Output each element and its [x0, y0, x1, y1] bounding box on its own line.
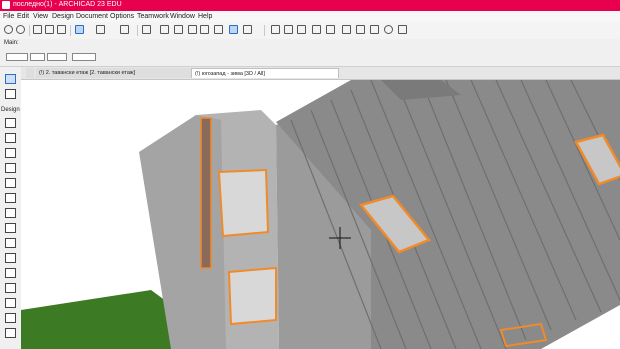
toolbox-section-design: Design	[1, 107, 20, 113]
tab-list-icon[interactable]	[26, 68, 34, 78]
window-title: последно(1) - ARCHICAD 23 EDU	[13, 1, 122, 8]
tab-floor-plan[interactable]: (!) 2. тавански етаж [2. тавански етаж]	[36, 68, 196, 78]
trace-icon[interactable]	[174, 25, 183, 34]
3d-view-icon[interactable]	[384, 25, 393, 34]
element-type-selector[interactable]	[6, 53, 28, 61]
layer-dropdown[interactable]	[47, 53, 67, 61]
settings-dropdown[interactable]	[30, 53, 45, 61]
curtain-wall-tool-icon[interactable]	[5, 298, 16, 308]
trim-icon[interactable]	[284, 25, 293, 34]
menu-help[interactable]: Help	[198, 13, 212, 20]
object-tool-icon[interactable]	[5, 328, 16, 338]
magic-wand-icon[interactable]	[160, 25, 169, 34]
menu-design[interactable]: Design	[52, 13, 74, 20]
menu-bar: File Edit View Design Document Options T…	[0, 11, 620, 22]
selected-wall-opening-lower[interactable]	[227, 266, 277, 326]
toolbar-separator	[137, 25, 138, 36]
beam-tool-icon[interactable]	[5, 148, 16, 158]
3d-model-render[interactable]	[21, 80, 620, 349]
door-tool-icon[interactable]	[5, 253, 16, 263]
suspend-groups-icon[interactable]	[229, 25, 238, 34]
3d-viewport[interactable]	[21, 80, 620, 349]
gravity-icon[interactable]	[243, 25, 252, 34]
window-tool-icon[interactable]	[5, 268, 16, 278]
align-icon[interactable]	[342, 25, 351, 34]
title-bar: последно(1) - ARCHICAD 23 EDU	[0, 0, 620, 11]
info-box-label: Main:	[4, 40, 19, 46]
wall-tool-icon[interactable]	[5, 118, 16, 128]
intersect-icon[interactable]	[271, 25, 280, 34]
grid-icon[interactable]	[142, 25, 151, 34]
adjust-icon[interactable]	[312, 25, 321, 34]
split-icon[interactable]	[297, 25, 306, 34]
renovation-icon[interactable]	[214, 25, 223, 34]
select-arrow-icon[interactable]	[188, 25, 197, 34]
railing-tool-icon[interactable]	[5, 238, 16, 248]
tab-3d-view[interactable]: (!) югозапад - зима [3D / All]	[191, 68, 339, 78]
column-tool-icon[interactable]	[5, 133, 16, 143]
toolbox: Design	[0, 67, 22, 349]
dimension-standard-icon[interactable]	[120, 25, 129, 34]
standard-toolbar	[0, 22, 620, 40]
cloud-icon[interactable]	[398, 25, 407, 34]
redo-icon[interactable]	[16, 25, 25, 34]
inject-parameters-icon[interactable]	[45, 25, 54, 34]
toolbar-separator	[264, 25, 265, 36]
menu-edit[interactable]: Edit	[17, 13, 29, 20]
arrow-tool-icon[interactable]	[5, 74, 16, 84]
pick-up-parameters-icon[interactable]	[33, 25, 42, 34]
arrow-selection-method[interactable]	[72, 53, 96, 61]
menu-document[interactable]: Document	[76, 13, 108, 20]
shell-tool-icon[interactable]	[5, 193, 16, 203]
menu-options[interactable]: Options	[110, 13, 134, 20]
menu-window[interactable]: Window	[170, 13, 195, 20]
offset-icon[interactable]	[326, 25, 335, 34]
stair-tool-icon[interactable]	[5, 223, 16, 233]
archicad-app-icon[interactable]	[2, 1, 10, 9]
marquee-tool-icon[interactable]	[5, 89, 16, 99]
view-tab-bar: (!) 2. тавански етаж [2. тавански етаж] …	[21, 67, 620, 80]
group-icon[interactable]	[370, 25, 379, 34]
selected-wall-opening-upper[interactable]	[217, 168, 270, 238]
selected-column[interactable]	[200, 117, 212, 269]
slab-tool-icon[interactable]	[5, 163, 16, 173]
menu-view[interactable]: View	[33, 13, 48, 20]
menu-file[interactable]: File	[3, 13, 14, 20]
toolbar-separator	[70, 25, 71, 36]
layer-combination-icon[interactable]	[75, 25, 84, 34]
lock-icon[interactable]	[200, 25, 209, 34]
zone-tool-icon[interactable]	[5, 313, 16, 323]
skylight-tool-icon[interactable]	[5, 283, 16, 293]
toolbar-separator	[29, 25, 30, 36]
eyedropper-icon[interactable]	[57, 25, 66, 34]
distribute-icon[interactable]	[356, 25, 365, 34]
roof-tool-icon[interactable]	[5, 178, 16, 188]
undo-icon[interactable]	[4, 25, 13, 34]
pen-set-icon[interactable]	[96, 25, 105, 34]
info-box: Main:	[0, 39, 620, 67]
menu-teamwork[interactable]: Teamwork	[137, 13, 169, 20]
morph-tool-icon[interactable]	[5, 208, 16, 218]
